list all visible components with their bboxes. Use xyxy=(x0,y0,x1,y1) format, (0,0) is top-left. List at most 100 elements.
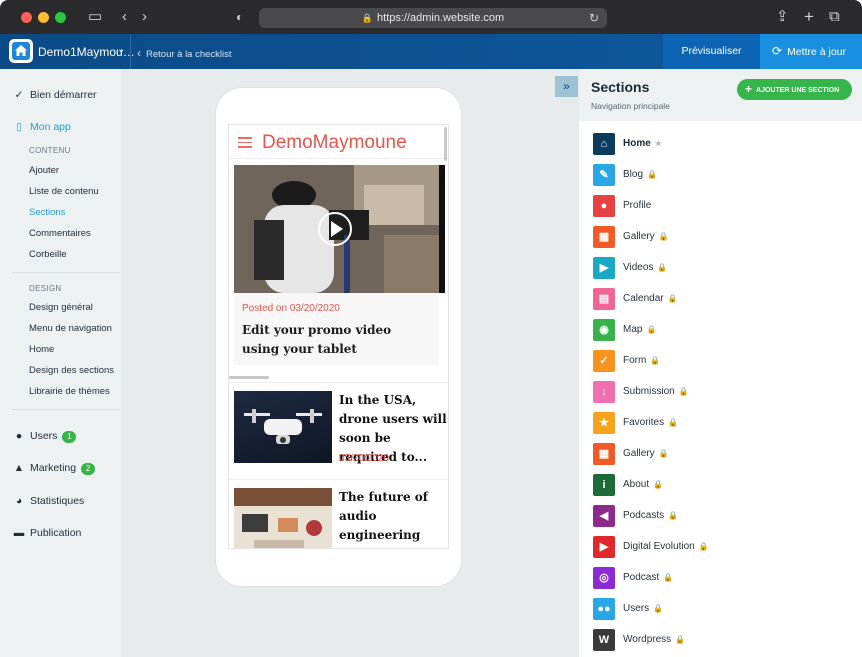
nav-design-general[interactable]: Design général xyxy=(29,302,93,313)
nav-label: Bien démarrer xyxy=(30,89,97,101)
section-label-text: Favorites xyxy=(623,417,665,428)
nav-librairie-de-themes[interactable]: Librairie de thèmes xyxy=(29,386,110,397)
section-row[interactable]: ⌂ Home ★ xyxy=(593,133,833,155)
map-pin-icon: ◉ xyxy=(593,319,615,341)
privacy-shield-icon[interactable]: ◐ xyxy=(236,9,243,25)
url-text: https://admin.website.com xyxy=(377,12,505,24)
forward-arrow-icon[interactable]: › xyxy=(142,9,147,25)
list-item[interactable]: The future of audio engineering xyxy=(229,479,448,548)
list-item-date: 03/20/2020 xyxy=(339,453,390,464)
nav-marketing[interactable]: ▲ Marketing 2 xyxy=(12,462,96,475)
lock-icon: 🔒 xyxy=(650,356,661,365)
section-row[interactable]: ↓ Submission 🔒 xyxy=(593,381,833,403)
home-icon xyxy=(15,45,27,56)
sidebar-toggle-icon[interactable]: ▭ xyxy=(88,9,102,25)
lock-icon: 🔒 xyxy=(668,418,679,427)
close-window-button[interactable] xyxy=(21,12,32,23)
add-section-label: AJOUTER UNE SECTION xyxy=(756,87,840,94)
nav-commentaires[interactable]: Commentaires xyxy=(29,228,91,239)
nav-label: Users xyxy=(30,430,58,442)
section-row[interactable]: ▶ Digital Evolution 🔒 xyxy=(593,536,833,558)
nav-label: Statistiques xyxy=(30,495,85,507)
nav-bien-demarrer[interactable]: ✓ Bien démarrer xyxy=(12,89,97,101)
phone-screen[interactable]: DemoMaymoune Posted on 03/20/2020 Edit y… xyxy=(228,124,449,549)
share-icon[interactable]: ⇪ xyxy=(776,9,789,25)
section-label: Form 🔒 xyxy=(623,355,660,366)
section-label: Wordpress 🔒 xyxy=(623,634,685,645)
section-row[interactable]: ▶ Videos 🔒 xyxy=(593,257,833,279)
drone-thumbnail xyxy=(234,391,332,463)
section-row[interactable]: ✎ Blog 🔒 xyxy=(593,164,833,186)
section-label-text: Calendar xyxy=(623,293,664,304)
nav-menu-navigation[interactable]: Menu de navigation xyxy=(29,323,112,334)
vertical-scrollbar[interactable] xyxy=(444,127,447,161)
collapse-panel-button[interactable]: » xyxy=(555,76,578,97)
nav-publication[interactable]: ▬ Publication xyxy=(12,527,82,539)
section-row[interactable]: ●● Users 🔒 xyxy=(593,598,833,620)
section-label: Favorites 🔒 xyxy=(623,417,678,428)
section-row[interactable]: ◉ Map 🔒 xyxy=(593,319,833,341)
nav-users[interactable]: ● Users 1 xyxy=(12,430,77,443)
maximize-window-button[interactable] xyxy=(55,12,66,23)
left-sidebar: ✓ Bien démarrer ▯ Mon app CONTENU Ajouter … xyxy=(0,69,121,657)
section-label-text: Wordpress xyxy=(623,634,672,645)
nav-sections[interactable]: Sections xyxy=(29,207,65,218)
pie-chart-icon: ◕ xyxy=(15,495,23,507)
nav-mon-app[interactable]: ▯ Mon app xyxy=(12,121,71,133)
horizontal-scrollbar[interactable] xyxy=(229,376,269,379)
speaker-icon: ◀ xyxy=(593,505,615,527)
users-count-badge: 1 xyxy=(62,431,77,443)
add-section-button[interactable]: + AJOUTER UNE SECTION xyxy=(737,79,852,100)
section-row[interactable]: ▦ Gallery 🔒 xyxy=(593,443,833,465)
nav-label: Mon app xyxy=(30,121,71,133)
section-label: Users 🔒 xyxy=(623,603,663,614)
play-icon[interactable] xyxy=(331,221,343,237)
nav-home[interactable]: Home xyxy=(29,344,54,355)
section-row[interactable]: W Wordpress 🔒 xyxy=(593,629,833,651)
hamburger-menu-icon[interactable] xyxy=(238,137,252,151)
list-item[interactable]: In the USA, drone users will soon be req… xyxy=(229,382,448,478)
address-bar[interactable]: 🔒 https://admin.website.com ↻ xyxy=(259,8,607,28)
app-logo[interactable] xyxy=(9,39,33,63)
user-icon: ● xyxy=(15,430,23,442)
nav-liste-de-contenu[interactable]: Liste de contenu xyxy=(29,186,99,197)
double-chevron-right-icon: » xyxy=(563,79,570,93)
featured-post-card[interactable]: Posted on 03/20/2020 Edit your promo vid… xyxy=(234,165,439,365)
new-tab-icon[interactable]: + xyxy=(804,8,814,25)
section-row[interactable]: ◀ Podcasts 🔒 xyxy=(593,505,833,527)
back-arrow-icon[interactable]: ‹ xyxy=(122,9,127,25)
nav-ajouter[interactable]: Ajouter xyxy=(29,165,59,176)
nav-design-des-sections[interactable]: Design des sections xyxy=(29,365,114,376)
section-row[interactable]: ● Profile xyxy=(593,195,833,217)
nav-statistiques[interactable]: ◕ Statistiques xyxy=(12,495,84,507)
chevron-down-icon[interactable]: ⌄ xyxy=(117,44,125,55)
update-button[interactable]: ⟳ Mettre à jour xyxy=(760,34,862,69)
desk-image xyxy=(234,488,332,548)
section-label: Podcast 🔒 xyxy=(623,572,673,583)
featured-post-title[interactable]: Edit your promo video using your tablet xyxy=(242,321,432,359)
nav-corbeille[interactable]: Corbeille xyxy=(29,249,67,260)
sync-icon: ⟳ xyxy=(772,44,783,58)
section-row[interactable]: ◎ Podcast 🔒 xyxy=(593,567,833,589)
reload-icon[interactable]: ↻ xyxy=(589,8,599,28)
nav-label: Publication xyxy=(30,527,82,539)
section-row[interactable]: i About 🔒 xyxy=(593,474,833,496)
update-button-label: Mettre à jour xyxy=(787,46,847,58)
marketing-count-badge: 2 xyxy=(81,463,96,475)
section-label: Podcasts 🔒 xyxy=(623,510,678,521)
back-to-checklist-link[interactable]: ‹ Retour à la checklist xyxy=(137,46,232,60)
section-row[interactable]: ✓ Form 🔒 xyxy=(593,350,833,372)
section-label: Videos 🔒 xyxy=(623,262,667,273)
lock-icon: 🔒 xyxy=(653,480,664,489)
section-row[interactable]: ▤ Calendar 🔒 xyxy=(593,288,833,310)
section-label-text: Form xyxy=(623,355,647,366)
section-row[interactable]: ▦ Gallery 🔒 xyxy=(593,226,833,248)
section-label-text: Profile xyxy=(623,200,652,211)
section-row[interactable]: ★ Favorites 🔒 xyxy=(593,412,833,434)
section-label-text: Podcasts xyxy=(623,510,665,521)
minimize-window-button[interactable] xyxy=(38,12,49,23)
tab-overview-icon[interactable]: ⧉ xyxy=(829,9,840,25)
audio-desk-thumbnail xyxy=(234,488,332,548)
preview-button[interactable]: Prévisualiser xyxy=(663,34,760,69)
lock-icon: 🔒 xyxy=(668,511,679,520)
